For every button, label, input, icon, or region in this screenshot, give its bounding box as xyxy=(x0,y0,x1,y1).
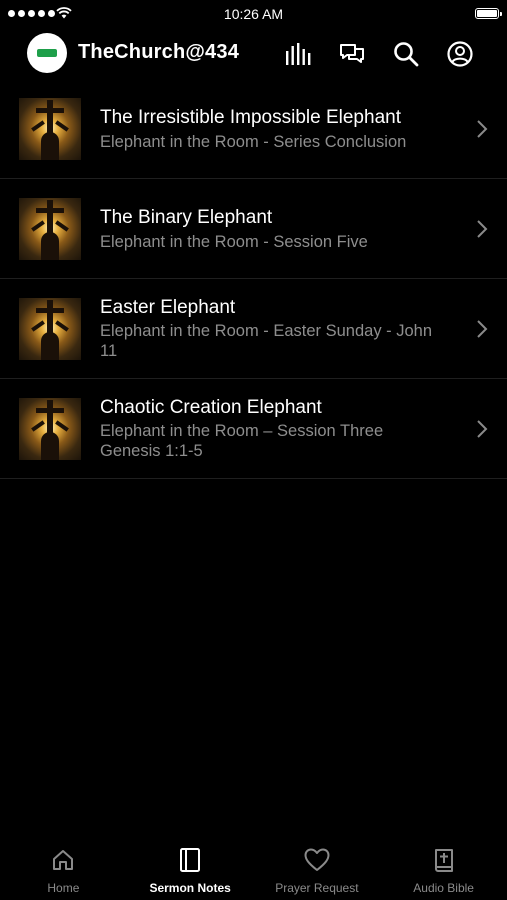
sermon-row[interactable]: Easter Elephant Elephant in the Room - E… xyxy=(0,279,507,379)
status-time: 10:26 AM xyxy=(223,6,284,22)
tab-label: Sermon Notes xyxy=(149,881,231,895)
app-header: TheChurch@434 xyxy=(0,28,507,78)
bible-icon xyxy=(433,846,455,874)
sermon-thumbnail xyxy=(19,98,81,160)
bottom-tab-bar: Home Sermon Notes Prayer Request Audio B… xyxy=(0,836,507,900)
chat-bubbles-icon[interactable] xyxy=(338,40,366,68)
heart-icon xyxy=(304,846,330,874)
chevron-right-icon xyxy=(476,419,488,444)
chevron-right-icon xyxy=(476,319,488,344)
sermon-thumbnail xyxy=(19,198,81,260)
sermon-subtitle: Elephant in the Room - Series Conclusion xyxy=(100,133,407,151)
sermon-title: Easter Elephant xyxy=(100,297,236,318)
battery-level-fill xyxy=(477,10,497,17)
sermon-list: The Irresistible Impossible Elephant Ele… xyxy=(0,79,507,479)
chevron-right-icon xyxy=(476,219,488,244)
audio-bars-icon[interactable] xyxy=(284,40,312,68)
tab-label: Prayer Request xyxy=(275,881,359,895)
tab-home[interactable]: Home xyxy=(0,836,127,900)
sermon-subtitle: Elephant in the Room - Session Five xyxy=(100,233,368,251)
sermon-thumbnail xyxy=(19,398,81,460)
profile-icon[interactable] xyxy=(446,40,474,68)
app-title: TheChurch@434 xyxy=(78,41,240,63)
sermon-subtitle: Elephant in the Room - Easter Sunday - J… xyxy=(100,322,433,360)
sermon-thumbnail xyxy=(19,298,81,360)
tab-label: Audio Bible xyxy=(413,881,474,895)
tab-label: Home xyxy=(47,881,80,895)
status-bar: 10:26 AM xyxy=(0,0,507,28)
chevron-right-icon xyxy=(476,119,488,144)
church-logo-icon[interactable] xyxy=(27,33,67,73)
notebook-icon xyxy=(179,846,201,874)
sermon-title: The Binary Elephant xyxy=(100,207,273,228)
sermon-subtitle: Elephant in the Room – Session Three Gen… xyxy=(100,422,384,460)
sermon-title: The Irresistible Impossible Elephant xyxy=(100,107,401,128)
tab-prayer-request[interactable]: Prayer Request xyxy=(254,836,381,900)
tab-audio-bible[interactable]: Audio Bible xyxy=(380,836,507,900)
search-icon[interactable] xyxy=(392,40,420,68)
battery-icon xyxy=(475,8,502,19)
sermon-row[interactable]: The Irresistible Impossible Elephant Ele… xyxy=(0,79,507,179)
home-icon xyxy=(51,846,75,874)
sermon-row[interactable]: The Binary Elephant Elephant in the Room… xyxy=(0,179,507,279)
sermon-row[interactable]: Chaotic Creation Elephant Elephant in th… xyxy=(0,379,507,479)
sermon-title: Chaotic Creation Elephant xyxy=(100,397,322,418)
tab-sermon-notes[interactable]: Sermon Notes xyxy=(127,836,254,900)
